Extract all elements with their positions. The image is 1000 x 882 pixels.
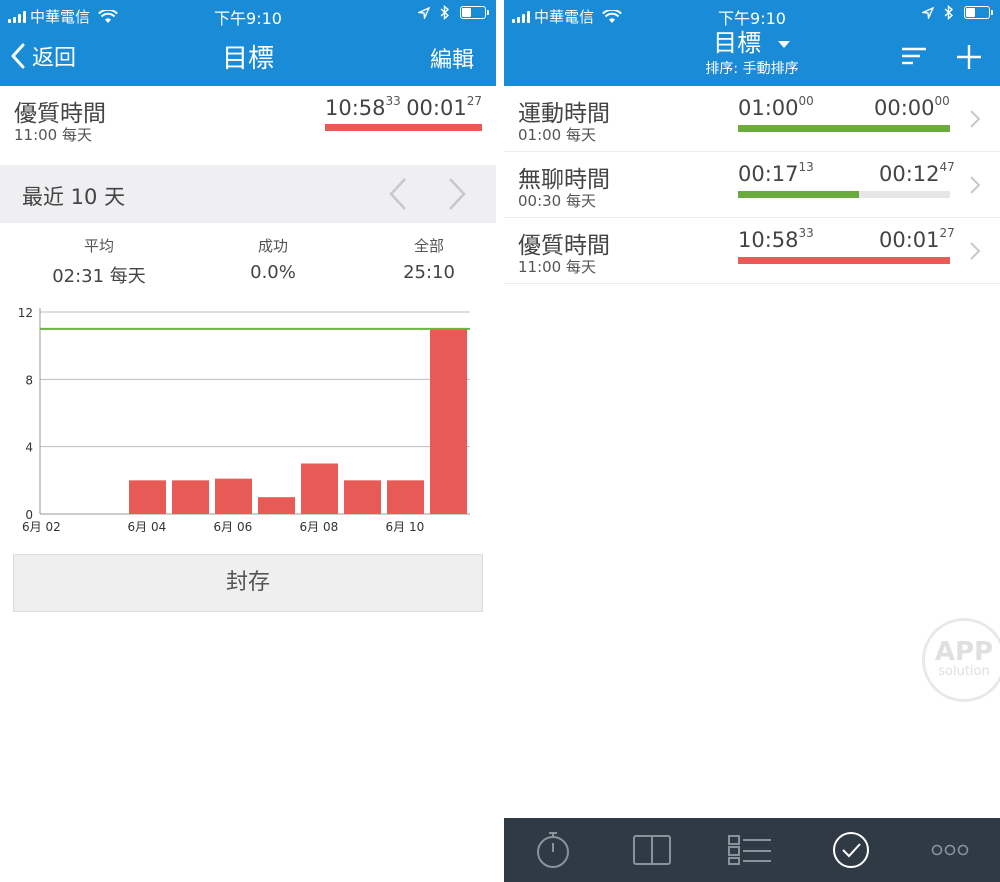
remaining-time: 00:0127: [406, 94, 482, 120]
previous-period-button[interactable]: [383, 177, 413, 211]
list-icon: [728, 835, 771, 865]
chevron-right-icon: [970, 110, 981, 128]
next-period-button[interactable]: [442, 177, 472, 211]
period-label: 最近 10 天: [22, 185, 126, 209]
check-circle-icon: [833, 832, 869, 868]
chevron-left-icon: [389, 178, 406, 210]
goal-list-item[interactable]: 運動時間 01:00 每天 01:0000 00:0000: [504, 86, 1000, 152]
goal-progress-bar: [738, 257, 950, 264]
location-icon: [418, 6, 430, 19]
x-tick-label: 6月 04: [128, 520, 167, 534]
sort-icon: [902, 47, 926, 65]
y-tick-label: 4: [25, 441, 33, 455]
caret-down-icon: [777, 41, 790, 48]
battery-icon: [964, 6, 993, 19]
chevron-right-icon: [449, 178, 466, 210]
tab-stopwatch[interactable]: [528, 828, 578, 872]
chart-bar: [129, 480, 166, 514]
x-tick-label: 6月 10: [386, 520, 425, 534]
location-icon: [922, 6, 934, 19]
x-tick-label: 6月 08: [300, 520, 339, 534]
goal-progress-bar: [738, 125, 950, 132]
goal-target: 11:00 每天: [14, 126, 92, 144]
tab-more[interactable]: [925, 828, 975, 872]
page-title: 目標: [713, 29, 762, 57]
tab-goals[interactable]: [826, 828, 876, 872]
daily-bar-chart: 048126月 02 6月 04 6月 06 6月 08 6月 10: [18, 306, 470, 534]
stat-total: 全部 25:10: [403, 237, 455, 283]
goal-progress-bar: [325, 124, 482, 131]
page-title: 目標: [221, 44, 274, 74]
chart-bar: [258, 497, 295, 514]
goal-list-item[interactable]: 優質時間 11:00 每天 10:5833 00:0127: [504, 218, 1000, 284]
add-goal-button[interactable]: [954, 42, 984, 72]
goal-name: 優質時間: [14, 101, 106, 127]
stats-row: 平均 02:31 每天 成功 0.0% 全部 25:10: [0, 235, 496, 291]
chevron-right-icon: [970, 176, 981, 194]
more-icon: [931, 844, 969, 856]
edit-button[interactable]: 編輯: [430, 42, 474, 74]
elapsed-time: 10:5833: [325, 94, 401, 120]
tab-bar: [504, 818, 1000, 882]
status-bar: 中華電信 下午9:10: [0, 0, 496, 30]
nav-bar: 中華電信 下午9:10 目標 排序: 手動排序: [504, 0, 1000, 86]
sort-button[interactable]: [900, 42, 930, 72]
goal-summary: 優質時間 11:00 每天 10:5833 00:0127: [0, 86, 496, 150]
chart-bar: [430, 328, 467, 514]
tab-journal[interactable]: [627, 828, 677, 872]
period-header: 最近 10 天: [0, 165, 496, 223]
bluetooth-icon: [944, 5, 954, 20]
chart-bar: [301, 463, 338, 514]
battery-icon: [460, 6, 489, 19]
x-tick-label: 6月 02: [22, 520, 61, 534]
chart-bar: [215, 478, 252, 514]
nav-bar: 中華電信 下午9:10 返回 目標 編輯: [0, 0, 496, 86]
stat-average: 平均 02:31 每天: [52, 237, 146, 287]
plus-icon: [957, 45, 981, 69]
chart-bar: [387, 480, 424, 514]
chart-bar: [172, 480, 209, 514]
goal-list-item[interactable]: 無聊時間 00:30 每天 00:1713 00:1247: [504, 152, 1000, 218]
y-tick-label: 12: [18, 306, 33, 320]
tab-list[interactable]: [725, 828, 775, 872]
bluetooth-icon: [440, 5, 450, 20]
stopwatch-icon: [537, 832, 569, 868]
stat-success: 成功 0.0%: [250, 237, 296, 283]
goal-progress-bar: [738, 191, 950, 198]
watermark-logo: APP solution: [922, 618, 1000, 702]
archive-button[interactable]: 封存: [13, 554, 483, 612]
y-tick-label: 8: [25, 373, 33, 387]
goals-list-screen: 中華電信 下午9:10 目標 排序: 手動排序 運動時間 01:00 每天 01…: [504, 0, 1000, 882]
goal-detail-screen: 中華電信 下午9:10 返回 目標 編輯 優質時間 11:00 每天 10:58…: [0, 0, 496, 882]
chart-bar: [344, 480, 381, 514]
x-tick-label: 6月 06: [214, 520, 253, 534]
book-icon: [633, 835, 671, 865]
chevron-right-icon: [970, 242, 981, 260]
